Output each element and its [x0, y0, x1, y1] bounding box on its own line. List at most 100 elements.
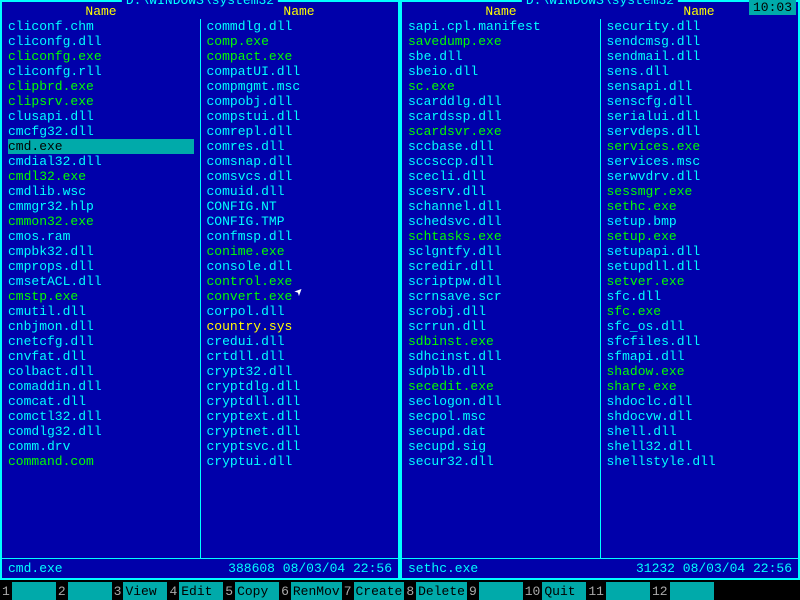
- left-panel[interactable]: D:\WINDOWS\system32NameNamecliconf.chmcl…: [0, 0, 400, 580]
- file-item[interactable]: schannel.dll: [408, 199, 594, 214]
- file-item[interactable]: sfc.exe: [607, 304, 793, 319]
- file-item[interactable]: secupd.sig: [408, 439, 594, 454]
- file-item[interactable]: sfc_os.dll: [607, 319, 793, 334]
- file-item[interactable]: setupdll.dll: [607, 259, 793, 274]
- fkey-12[interactable]: 12: [650, 582, 714, 600]
- file-item[interactable]: cmpbk32.dll: [8, 244, 194, 259]
- file-item[interactable]: cmutil.dll: [8, 304, 194, 319]
- file-item[interactable]: comp.exe: [207, 34, 393, 49]
- file-item[interactable]: senscfg.dll: [607, 94, 793, 109]
- file-item[interactable]: cmmon32.exe: [8, 214, 194, 229]
- fkey-8[interactable]: 8Delete: [404, 582, 467, 600]
- file-item[interactable]: sdpblb.dll: [408, 364, 594, 379]
- file-item[interactable]: schtasks.exe: [408, 229, 594, 244]
- file-item[interactable]: comrepl.dll: [207, 124, 393, 139]
- file-item[interactable]: scardssp.dll: [408, 109, 594, 124]
- file-item[interactable]: comctl32.dll: [8, 409, 194, 424]
- fkey-5[interactable]: 5Copy: [223, 582, 279, 600]
- file-item[interactable]: security.dll: [607, 19, 793, 34]
- file-item[interactable]: scrobj.dll: [408, 304, 594, 319]
- file-item[interactable]: secedit.exe: [408, 379, 594, 394]
- fkey-3[interactable]: 3View: [112, 582, 168, 600]
- file-item[interactable]: crypt32.dll: [207, 364, 393, 379]
- file-item[interactable]: corpol.dll: [207, 304, 393, 319]
- file-item[interactable]: sfc.dll: [607, 289, 793, 304]
- file-item[interactable]: sens.dll: [607, 64, 793, 79]
- file-item[interactable]: secpol.msc: [408, 409, 594, 424]
- file-item[interactable]: servdeps.dll: [607, 124, 793, 139]
- file-item[interactable]: cryptdlg.dll: [207, 379, 393, 394]
- file-item[interactable]: sccsccp.dll: [408, 154, 594, 169]
- file-item[interactable]: shellstyle.dll: [607, 454, 793, 469]
- file-item[interactable]: comsnap.dll: [207, 154, 393, 169]
- file-item[interactable]: cmdial32.dll: [8, 154, 194, 169]
- file-item[interactable]: scredir.dll: [408, 259, 594, 274]
- file-item[interactable]: cmstp.exe: [8, 289, 194, 304]
- file-item[interactable]: cliconfg.rll: [8, 64, 194, 79]
- file-item[interactable]: clipsrv.exe: [8, 94, 194, 109]
- fkey-10[interactable]: 10Quit: [523, 582, 587, 600]
- file-item[interactable]: setupapi.dll: [607, 244, 793, 259]
- file-item[interactable]: sccbase.dll: [408, 139, 594, 154]
- file-item[interactable]: serialui.dll: [607, 109, 793, 124]
- file-item[interactable]: comm.drv: [8, 439, 194, 454]
- file-item[interactable]: sdbinst.exe: [408, 334, 594, 349]
- file-item[interactable]: comsvcs.dll: [207, 169, 393, 184]
- file-item[interactable]: cnetcfg.dll: [8, 334, 194, 349]
- file-item[interactable]: sapi.cpl.manifest: [408, 19, 594, 34]
- file-item[interactable]: cryptext.dll: [207, 409, 393, 424]
- file-item[interactable]: comuid.dll: [207, 184, 393, 199]
- fkey-1[interactable]: 1: [0, 582, 56, 600]
- file-item[interactable]: cmprops.dll: [8, 259, 194, 274]
- file-item[interactable]: cnvfat.dll: [8, 349, 194, 364]
- file-item[interactable]: console.dll: [207, 259, 393, 274]
- file-item[interactable]: cmsetACL.dll: [8, 274, 194, 289]
- file-item[interactable]: scecli.dll: [408, 169, 594, 184]
- file-item[interactable]: cryptdll.dll: [207, 394, 393, 409]
- fkey-6[interactable]: 6RenMov: [279, 582, 342, 600]
- fkey-2[interactable]: 2: [56, 582, 112, 600]
- file-item[interactable]: sessmgr.exe: [607, 184, 793, 199]
- file-item[interactable]: scriptpw.dll: [408, 274, 594, 289]
- file-item[interactable]: command.com: [8, 454, 194, 469]
- file-item[interactable]: scesrv.dll: [408, 184, 594, 199]
- file-item[interactable]: setver.exe: [607, 274, 793, 289]
- file-item[interactable]: sc.exe: [408, 79, 594, 94]
- file-item[interactable]: shdoclc.dll: [607, 394, 793, 409]
- file-item[interactable]: setup.exe: [607, 229, 793, 244]
- file-item[interactable]: sensapi.dll: [607, 79, 793, 94]
- file-item[interactable]: comdlg32.dll: [8, 424, 194, 439]
- file-item[interactable]: scardsvr.exe: [408, 124, 594, 139]
- file-item[interactable]: CONFIG.NT: [207, 199, 393, 214]
- file-item[interactable]: sethc.exe: [607, 199, 793, 214]
- file-item[interactable]: scrnsave.scr: [408, 289, 594, 304]
- file-item[interactable]: sdhcinst.dll: [408, 349, 594, 364]
- file-item[interactable]: shell.dll: [607, 424, 793, 439]
- file-item[interactable]: cmdlib.wsc: [8, 184, 194, 199]
- file-item[interactable]: scrrun.dll: [408, 319, 594, 334]
- file-item[interactable]: secur32.dll: [408, 454, 594, 469]
- file-item[interactable]: schedsvc.dll: [408, 214, 594, 229]
- file-item[interactable]: cmcfg32.dll: [8, 124, 194, 139]
- file-item[interactable]: cryptsvc.dll: [207, 439, 393, 454]
- file-item[interactable]: confmsp.dll: [207, 229, 393, 244]
- file-item[interactable]: comaddin.dll: [8, 379, 194, 394]
- right-panel[interactable]: D:\WINDOWS\system3210:03NameNamesapi.cpl…: [400, 0, 800, 580]
- file-item[interactable]: cmdl32.exe: [8, 169, 194, 184]
- file-item[interactable]: setup.bmp: [607, 214, 793, 229]
- file-item[interactable]: savedump.exe: [408, 34, 594, 49]
- file-item[interactable]: sbeio.dll: [408, 64, 594, 79]
- file-item[interactable]: sendcmsg.dll: [607, 34, 793, 49]
- file-item[interactable]: colbact.dll: [8, 364, 194, 379]
- file-item[interactable]: CONFIG.TMP: [207, 214, 393, 229]
- file-item[interactable]: shadow.exe: [607, 364, 793, 379]
- file-item[interactable]: compact.exe: [207, 49, 393, 64]
- file-item[interactable]: cryptui.dll: [207, 454, 393, 469]
- file-item[interactable]: sbe.dll: [408, 49, 594, 64]
- file-item[interactable]: cmos.ram: [8, 229, 194, 244]
- file-item[interactable]: shell32.dll: [607, 439, 793, 454]
- file-item[interactable]: cnbjmon.dll: [8, 319, 194, 334]
- file-item[interactable]: cliconfg.exe: [8, 49, 194, 64]
- file-item[interactable]: country.sys: [207, 319, 393, 334]
- file-item[interactable]: clipbrd.exe: [8, 79, 194, 94]
